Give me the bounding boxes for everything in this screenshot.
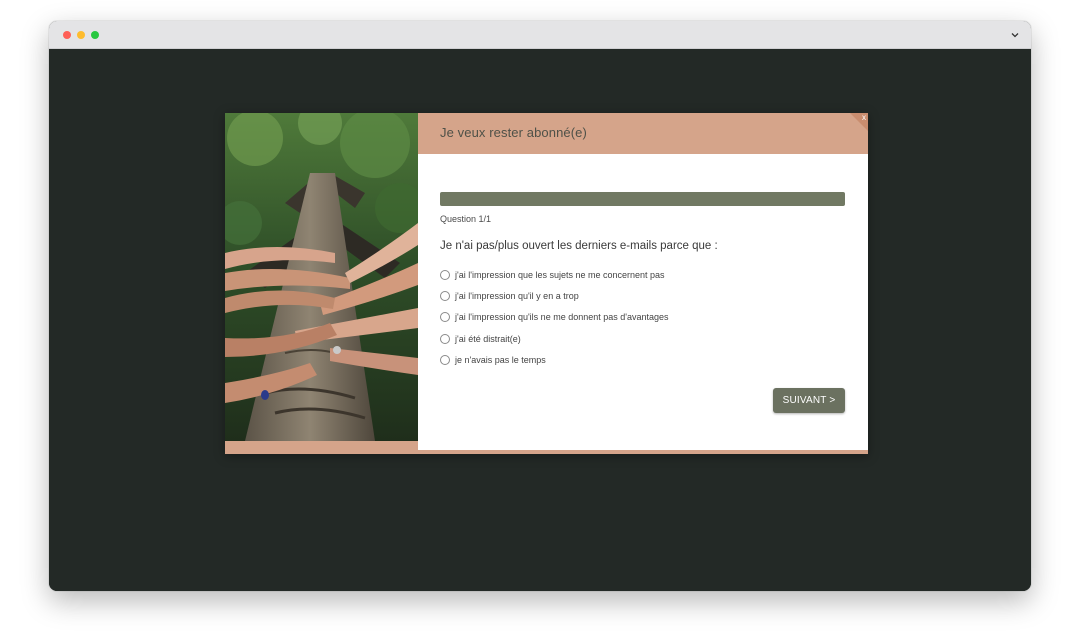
radio-button[interactable] <box>440 269 450 280</box>
minimize-window-dot[interactable] <box>77 31 85 39</box>
answer-label: j'ai l'impression que les sujets ne me c… <box>455 269 665 280</box>
answer-option[interactable]: j'ai l'impression qu'ils ne me donnent p… <box>440 307 840 328</box>
page-viewport: Je veux rester abonné(e) x Question 1/1 … <box>49 49 1031 591</box>
answer-options: j'ai l'impression que les sujets ne me c… <box>440 264 840 371</box>
chevron-down-icon[interactable] <box>1009 29 1021 41</box>
question-text: Je n'ai pas/plus ouvert les derniers e-m… <box>440 240 718 252</box>
radio-button[interactable] <box>440 312 450 323</box>
progress-bar-fill <box>440 192 845 206</box>
photo-accent-strip <box>225 441 418 454</box>
close-button[interactable]: x <box>850 113 868 131</box>
radio-button[interactable] <box>440 291 450 302</box>
browser-window: Je veux rester abonné(e) x Question 1/1 … <box>49 21 1031 591</box>
answer-label: j'ai été distrait(e) <box>455 333 521 344</box>
window-titlebar <box>49 21 1031 49</box>
answer-label: j'ai l'impression qu'ils ne me donnent p… <box>455 312 669 323</box>
content-accent-strip <box>418 450 868 454</box>
answer-label: je n'avais pas le temps <box>455 355 546 366</box>
next-button[interactable]: SUIVANT > <box>773 388 845 413</box>
popup-header: Je veux rester abonné(e) x <box>418 113 868 154</box>
hands-on-tree-photo <box>225 113 418 441</box>
radio-button[interactable] <box>440 333 450 344</box>
answer-option[interactable]: je n'avais pas le temps <box>440 350 840 371</box>
maximize-window-dot[interactable] <box>91 31 99 39</box>
close-window-dot[interactable] <box>63 31 71 39</box>
answer-option[interactable]: j'ai été distrait(e) <box>440 328 840 349</box>
answer-option[interactable]: j'ai l'impression qu'il y en a trop <box>440 285 840 306</box>
question-counter: Question 1/1 <box>440 214 492 224</box>
radio-button[interactable] <box>440 355 450 366</box>
answer-option[interactable]: j'ai l'impression que les sujets ne me c… <box>440 264 840 285</box>
answer-label: j'ai l'impression qu'il y en a trop <box>455 291 579 302</box>
progress-bar <box>440 192 845 206</box>
close-label: x <box>862 113 866 122</box>
popup-title: Je veux rester abonné(e) <box>440 125 587 140</box>
survey-popup: Je veux rester abonné(e) x Question 1/1 … <box>225 113 868 454</box>
